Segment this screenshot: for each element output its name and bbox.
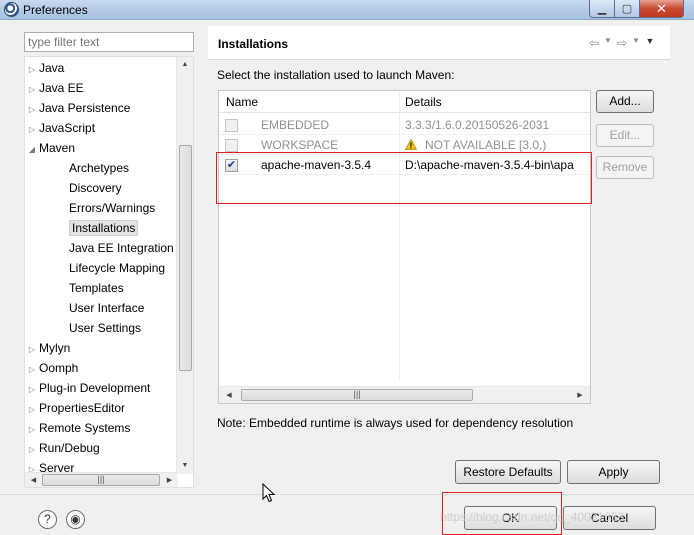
scroll-right-icon[interactable]: ▶ — [572, 388, 588, 403]
tree-item-mylyn[interactable]: ▷ Mylyn — [25, 338, 70, 358]
scroll-right-icon[interactable]: ▶ — [162, 473, 177, 487]
column-header-details[interactable]: Details — [405, 95, 442, 109]
maximize-button[interactable]: ▢ — [615, 0, 640, 18]
back-icon[interactable]: ⇦ — [588, 36, 600, 50]
tree-item-installations[interactable]: Installations — [69, 218, 139, 238]
page-description: Select the installation used to launch M… — [217, 68, 455, 82]
tree-item-templates[interactable]: Templates — [69, 278, 124, 298]
installation-name: WORKSPACE — [261, 138, 339, 152]
minimize-button[interactable]: ▁ — [589, 0, 615, 18]
maximize-icon: ▢ — [621, 3, 633, 15]
tree-horizontal-scrollbar[interactable]: ◀ ||| ▶ — [25, 472, 178, 487]
scroll-down-icon[interactable]: ▼ — [177, 458, 193, 474]
tree-item-remote-systems[interactable]: ▷ Remote Systems — [25, 418, 130, 438]
page-header: Installations ⇦ ▼ ⇨ ▼ ▼ — [208, 26, 670, 60]
eclipse-icon — [4, 2, 19, 17]
footer-divider — [0, 494, 694, 495]
tree-item-lifecycle-mapping[interactable]: Lifecycle Mapping — [69, 258, 165, 278]
tree-item-user-settings[interactable]: User Settings — [69, 318, 141, 338]
expand-arrow-icon[interactable]: ▷ — [25, 80, 39, 100]
preferences-tree: ▷ Java ▷ Java EE ▷ Java Persistence ▷ JavaSc… — [24, 56, 194, 488]
tree-item-maven[interactable]: ◢ Maven — [25, 138, 75, 158]
help-icon[interactable]: ? — [38, 510, 57, 529]
tree-item-discovery[interactable]: Discovery — [69, 178, 122, 198]
tree-item-java-ee-integration[interactable]: Java EE Integration — [69, 238, 174, 258]
expand-arrow-icon[interactable]: ▷ — [25, 60, 39, 80]
tree-vertical-scrollbar[interactable]: ▲ ▼ — [176, 57, 193, 474]
page-nav: ⇦ ▼ ⇨ ▼ ▼ — [588, 36, 656, 50]
tree-item-run-debug[interactable]: ▷ Run/Debug — [25, 438, 100, 458]
expand-arrow-icon[interactable]: ▷ — [25, 440, 39, 460]
scroll-left-icon[interactable]: ◀ — [26, 473, 41, 487]
window-title: Preferences — [23, 3, 88, 17]
tree-item-java-ee[interactable]: ▷ Java EE — [25, 78, 84, 98]
row-checkbox[interactable] — [225, 119, 238, 132]
remove-button[interactable]: Remove — [596, 156, 654, 179]
title-bar: Preferences ▁ ▢ ✕ — [0, 0, 694, 20]
expand-arrow-icon[interactable]: ▷ — [25, 420, 39, 440]
collapse-arrow-icon[interactable]: ◢ — [25, 140, 39, 160]
annotation-highlight-row — [216, 152, 592, 204]
watermark: https://blog.csdn.net/qq_40031653 — [440, 510, 625, 524]
minimize-icon: ▁ — [597, 3, 607, 15]
edit-button[interactable]: Edit... — [596, 124, 654, 147]
add-button[interactable]: Add... — [596, 90, 654, 113]
table-header: Name Details — [219, 91, 590, 113]
scroll-thumb[interactable]: ||| — [241, 389, 473, 401]
expand-arrow-icon[interactable]: ▷ — [25, 400, 39, 420]
tree-item-plugin-development[interactable]: ▷ Plug-in Development — [25, 378, 150, 398]
table-horizontal-scrollbar[interactable]: ◀ ||| ▶ — [219, 386, 590, 403]
scroll-thumb[interactable] — [179, 145, 192, 371]
expand-arrow-icon[interactable]: ▷ — [25, 340, 39, 360]
close-button[interactable]: ✕ — [640, 0, 684, 18]
view-menu-icon[interactable]: ▼ — [644, 36, 656, 50]
tree-item-errors-warnings[interactable]: Errors/Warnings — [69, 198, 155, 218]
expand-arrow-icon[interactable]: ▷ — [25, 380, 39, 400]
column-header-name[interactable]: Name — [226, 95, 258, 109]
embedded-runtime-note: Note: Embedded runtime is always used fo… — [217, 416, 574, 430]
tree-item-java-persistence[interactable]: ▷ Java Persistence — [25, 98, 130, 118]
window-controls: ▁ ▢ ✕ — [589, 0, 684, 18]
preferences-export-icon[interactable]: ◉ — [66, 510, 85, 529]
apply-button[interactable]: Apply — [567, 460, 660, 484]
tree-item-archetypes[interactable]: Archetypes — [69, 158, 129, 178]
scroll-thumb[interactable]: ||| — [42, 474, 160, 486]
installation-details: 3.3.3/1.6.0.20150526-2031 — [405, 118, 550, 132]
filter-input[interactable] — [24, 32, 194, 52]
tree-item-oomph[interactable]: ▷ Oomph — [25, 358, 78, 378]
installations-table: Name Details EMBEDDED 3.3.3/1.6.0.201505… — [218, 90, 591, 404]
table-row[interactable]: EMBEDDED 3.3.3/1.6.0.20150526-2031 — [219, 115, 590, 135]
expand-arrow-icon[interactable]: ▷ — [25, 100, 39, 120]
tree-item-user-interface[interactable]: User Interface — [69, 298, 144, 318]
close-icon: ✕ — [656, 0, 667, 16]
forward-dropdown-icon[interactable]: ▼ — [630, 36, 642, 50]
tree-item-properties-editor[interactable]: ▷ PropertiesEditor — [25, 398, 125, 418]
scroll-left-icon[interactable]: ◀ — [221, 388, 237, 403]
tree-item-java[interactable]: ▷ Java — [25, 58, 64, 78]
page-title: Installations — [218, 37, 289, 51]
row-checkbox[interactable] — [225, 139, 238, 152]
forward-icon[interactable]: ⇨ — [616, 36, 628, 50]
tree-item-javascript[interactable]: ▷ JavaScript — [25, 118, 95, 138]
expand-arrow-icon[interactable]: ▷ — [25, 120, 39, 140]
restore-defaults-button[interactable]: Restore Defaults — [455, 460, 561, 484]
scroll-up-icon[interactable]: ▲ — [177, 57, 193, 73]
installation-details: NOT AVAILABLE [3.0,) — [405, 138, 546, 152]
back-dropdown-icon[interactable]: ▼ — [602, 36, 614, 50]
installation-name: EMBEDDED — [261, 118, 330, 132]
warning-icon — [405, 139, 417, 150]
expand-arrow-icon[interactable]: ▷ — [25, 360, 39, 380]
mouse-pointer-icon — [262, 483, 276, 503]
